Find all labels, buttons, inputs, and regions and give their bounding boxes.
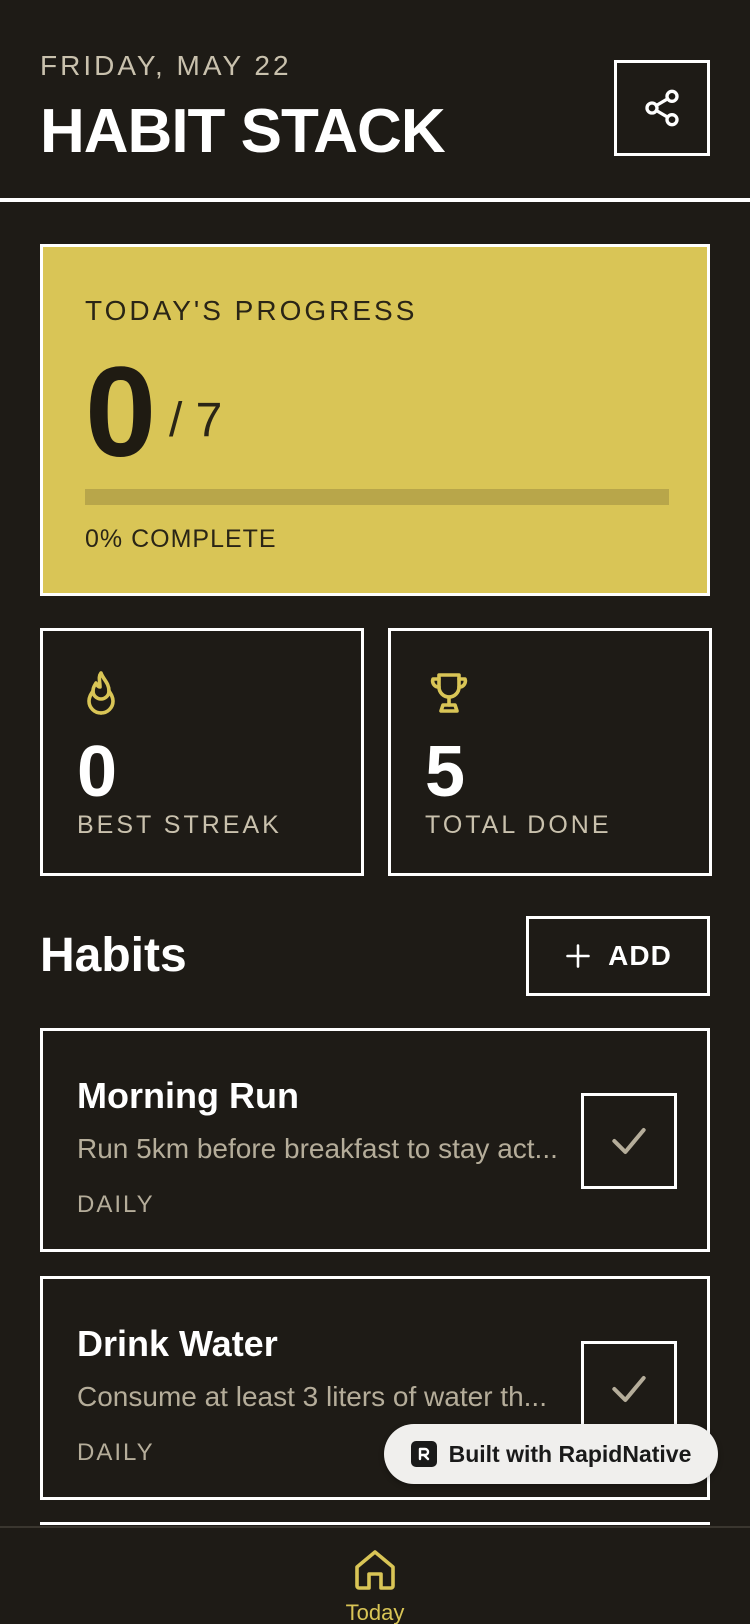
rapidnative-logo-icon (410, 1441, 437, 1467)
total-done-card: 5 TOTAL DONE (388, 628, 712, 876)
share-icon (645, 89, 679, 127)
habit-stack-screen: FRIDAY, MAY 22 HABIT STACK TODAY'S PROGR… (0, 0, 750, 1624)
progress-completed-count: 0 (85, 341, 157, 484)
bottom-navigation: Today (0, 1526, 750, 1624)
built-with-badge[interactable]: Built with RapidNative (384, 1424, 718, 1484)
next-habit-card-edge (40, 1522, 710, 1525)
checkmark-icon (612, 1375, 646, 1403)
plus-icon (566, 944, 590, 968)
total-done-label: TOTAL DONE (425, 811, 612, 839)
total-done-value: 5 (425, 732, 466, 812)
nav-item-today[interactable]: Today (325, 1528, 425, 1624)
home-icon (355, 1550, 395, 1590)
best-streak-label: BEST STREAK (77, 811, 282, 839)
trophy-icon (430, 673, 468, 713)
progress-total-count: / 7 (169, 394, 223, 447)
add-habit-button[interactable]: ADD (526, 916, 710, 996)
habit-frequency: DAILY (77, 1439, 155, 1466)
share-button[interactable] (614, 60, 710, 156)
progress-label: TODAY'S PROGRESS (85, 295, 418, 326)
add-habit-label: ADD (608, 940, 672, 971)
best-streak-value: 0 (77, 732, 118, 812)
page-title: HABIT STACK (40, 97, 446, 166)
habit-description: Run 5km before breakfast to stay act... (77, 1133, 558, 1164)
flame-icon (87, 671, 115, 715)
checkmark-icon (612, 1127, 646, 1155)
habit-name: Drink Water (77, 1323, 278, 1364)
header: FRIDAY, MAY 22 HABIT STACK (0, 0, 750, 203)
nav-label-today: Today (345, 1600, 405, 1624)
built-with-text: Built with RapidNative (448, 1440, 692, 1467)
header-divider (0, 198, 750, 202)
habit-name: Morning Run (77, 1075, 299, 1116)
habit-frequency: DAILY (77, 1191, 155, 1218)
progress-card: TODAY'S PROGRESS 0 / 7 0% COMPLETE (40, 244, 710, 596)
habit-description: Consume at least 3 liters of water th... (77, 1381, 547, 1412)
progress-percent-label: 0% COMPLETE (85, 525, 277, 553)
complete-habit-button[interactable] (581, 1093, 677, 1189)
progress-bar (85, 489, 669, 505)
complete-habit-button[interactable] (581, 1341, 677, 1437)
date-label: FRIDAY, MAY 22 (40, 50, 292, 81)
habits-section-title: Habits (40, 929, 187, 982)
habit-card-morning-run[interactable]: Morning Run Run 5km before breakfast to … (40, 1028, 710, 1252)
best-streak-card: 0 BEST STREAK (40, 628, 364, 876)
